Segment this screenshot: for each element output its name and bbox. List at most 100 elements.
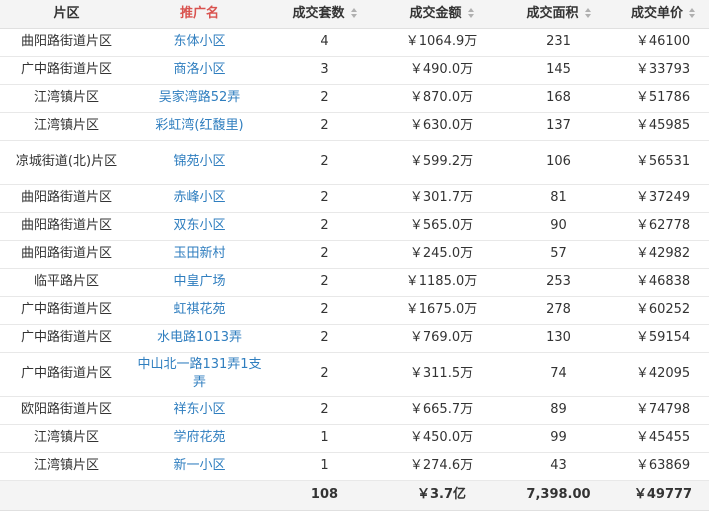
cell-price: ￥33793 bbox=[617, 56, 709, 85]
table-row: 凉城街道(北)片区 锦苑小区 2 ￥599.2万 106 ￥56531 bbox=[0, 140, 709, 185]
sort-icon[interactable] bbox=[584, 8, 591, 19]
cell-amount: ￥1675.0万 bbox=[383, 296, 500, 325]
cell-price: ￥56531 bbox=[617, 140, 709, 185]
cell-amount: ￥565.0万 bbox=[383, 212, 500, 241]
cell-count: 2 bbox=[266, 396, 383, 425]
cell-count: 2 bbox=[266, 296, 383, 325]
cell-name: 虹祺花苑 bbox=[133, 296, 266, 325]
community-link[interactable]: 虹祺花苑 bbox=[173, 302, 225, 317]
cell-price: ￥74798 bbox=[617, 396, 709, 425]
cell-count: 2 bbox=[266, 240, 383, 269]
table-row: 欧阳路街道片区 祥东小区 2 ￥665.7万 89 ￥74798 bbox=[0, 396, 709, 425]
header-area-label: 片区 bbox=[53, 5, 80, 21]
community-link[interactable]: 商洛小区 bbox=[173, 62, 225, 77]
community-link[interactable]: 新一小区 bbox=[173, 458, 225, 473]
cell-size: 43 bbox=[500, 452, 617, 481]
sort-icon[interactable] bbox=[350, 8, 357, 19]
cell-area: 广中路街道片区 bbox=[0, 296, 133, 325]
header-amount[interactable]: 成交金额 bbox=[383, 0, 500, 29]
cell-name: 祥东小区 bbox=[133, 396, 266, 425]
cell-size: 89 bbox=[500, 396, 617, 425]
community-link[interactable]: 学府花苑 bbox=[173, 430, 225, 445]
cell-price: ￥63869 bbox=[617, 452, 709, 481]
cell-price: ￥60252 bbox=[617, 296, 709, 325]
cell-size: 74 bbox=[500, 352, 617, 397]
community-link[interactable]: 中山北一路131弄1支弄 bbox=[137, 357, 261, 390]
community-link[interactable]: 双东小区 bbox=[173, 218, 225, 233]
cell-price: ￥42095 bbox=[617, 352, 709, 397]
cell-name: 彩虹湾(红馥里) bbox=[133, 112, 266, 141]
header-size[interactable]: 成交面积 bbox=[500, 0, 617, 29]
community-link[interactable]: 东体小区 bbox=[173, 34, 225, 49]
cell-area: 江湾镇片区 bbox=[0, 452, 133, 481]
cell-count: 2 bbox=[266, 324, 383, 353]
cell-name: 中山北一路131弄1支弄 bbox=[133, 352, 266, 397]
cell-amount: ￥311.5万 bbox=[383, 352, 500, 397]
cell-price: ￥46100 bbox=[617, 28, 709, 57]
cell-size: 253 bbox=[500, 268, 617, 297]
cell-area: 曲阳路街道片区 bbox=[0, 240, 133, 269]
community-link[interactable]: 锦苑小区 bbox=[173, 154, 225, 169]
header-name[interactable]: 推广名 bbox=[133, 0, 266, 29]
cell-name: 商洛小区 bbox=[133, 56, 266, 85]
table-row: 江湾镇片区 学府花苑 1 ￥450.0万 99 ￥45455 bbox=[0, 424, 709, 453]
cell-count: 2 bbox=[266, 112, 383, 141]
table-row: 曲阳路街道片区 东体小区 4 ￥1064.9万 231 ￥46100 bbox=[0, 28, 709, 57]
table-row: 江湾镇片区 新一小区 1 ￥274.6万 43 ￥63869 bbox=[0, 452, 709, 481]
cell-amount: ￥274.6万 bbox=[383, 452, 500, 481]
community-link[interactable]: 吴家湾路52弄 bbox=[159, 90, 241, 105]
cell-size: 137 bbox=[500, 112, 617, 141]
table-row: 曲阳路街道片区 玉田新村 2 ￥245.0万 57 ￥42982 bbox=[0, 240, 709, 269]
cell-count: 1 bbox=[266, 424, 383, 453]
cell-price: ￥59154 bbox=[617, 324, 709, 353]
cell-size: 90 bbox=[500, 212, 617, 241]
sort-icon[interactable] bbox=[689, 8, 695, 19]
cell-count: 1 bbox=[266, 452, 383, 481]
header-price-label: 成交单价 bbox=[630, 5, 683, 21]
cell-count: 2 bbox=[266, 212, 383, 241]
community-link[interactable]: 中皇广场 bbox=[173, 274, 225, 289]
header-price[interactable]: 成交单价 bbox=[617, 0, 709, 29]
cell-area: 欧阳路街道片区 bbox=[0, 396, 133, 425]
cell-area: 广中路街道片区 bbox=[0, 324, 133, 353]
community-link[interactable]: 彩虹湾(红馥里) bbox=[155, 118, 243, 133]
table-footer-row: 108 ￥3.7亿 7,398.00 ￥49777 bbox=[0, 479, 709, 511]
table-row: 江湾镇片区 吴家湾路52弄 2 ￥870.0万 168 ￥51786 bbox=[0, 84, 709, 113]
deals-table: 片区 推广名 成交套数 成交金额 成交面积 成交单价 曲阳路街道片区 东体小区 4 ￥… bbox=[0, 0, 709, 511]
cell-name: 中皇广场 bbox=[133, 268, 266, 297]
community-link[interactable]: 赤峰小区 bbox=[173, 190, 225, 205]
header-area: 片区 bbox=[0, 0, 133, 29]
community-link[interactable]: 水电路1013弄 bbox=[157, 330, 242, 345]
cell-size: 145 bbox=[500, 56, 617, 85]
cell-name: 水电路1013弄 bbox=[133, 324, 266, 353]
cell-price: ￥42982 bbox=[617, 240, 709, 269]
table-header-row: 片区 推广名 成交套数 成交金额 成交面积 成交单价 bbox=[0, 0, 709, 29]
cell-area: 江湾镇片区 bbox=[0, 424, 133, 453]
header-count[interactable]: 成交套数 bbox=[266, 0, 383, 29]
cell-count: 4 bbox=[266, 28, 383, 57]
cell-amount: ￥665.7万 bbox=[383, 396, 500, 425]
footer-price: ￥49777 bbox=[617, 479, 709, 511]
footer-size: 7,398.00 bbox=[500, 479, 617, 511]
sort-icon[interactable] bbox=[467, 8, 474, 19]
footer-count: 108 bbox=[266, 479, 383, 511]
cell-count: 2 bbox=[266, 140, 383, 185]
table-row: 广中路街道片区 水电路1013弄 2 ￥769.0万 130 ￥59154 bbox=[0, 324, 709, 353]
cell-area: 临平路片区 bbox=[0, 268, 133, 297]
community-link[interactable]: 玉田新村 bbox=[173, 246, 225, 261]
cell-amount: ￥1185.0万 bbox=[383, 268, 500, 297]
cell-amount: ￥301.7万 bbox=[383, 184, 500, 213]
cell-size: 278 bbox=[500, 296, 617, 325]
community-link[interactable]: 祥东小区 bbox=[173, 402, 225, 417]
table-row: 广中路街道片区 商洛小区 3 ￥490.0万 145 ￥33793 bbox=[0, 56, 709, 85]
cell-area: 江湾镇片区 bbox=[0, 84, 133, 113]
cell-name: 玉田新村 bbox=[133, 240, 266, 269]
cell-amount: ￥769.0万 bbox=[383, 324, 500, 353]
cell-name: 学府花苑 bbox=[133, 424, 266, 453]
cell-area: 曲阳路街道片区 bbox=[0, 184, 133, 213]
cell-area: 广中路街道片区 bbox=[0, 56, 133, 85]
cell-name: 赤峰小区 bbox=[133, 184, 266, 213]
header-size-label: 成交面积 bbox=[526, 5, 579, 21]
cell-amount: ￥870.0万 bbox=[383, 84, 500, 113]
cell-area: 曲阳路街道片区 bbox=[0, 212, 133, 241]
